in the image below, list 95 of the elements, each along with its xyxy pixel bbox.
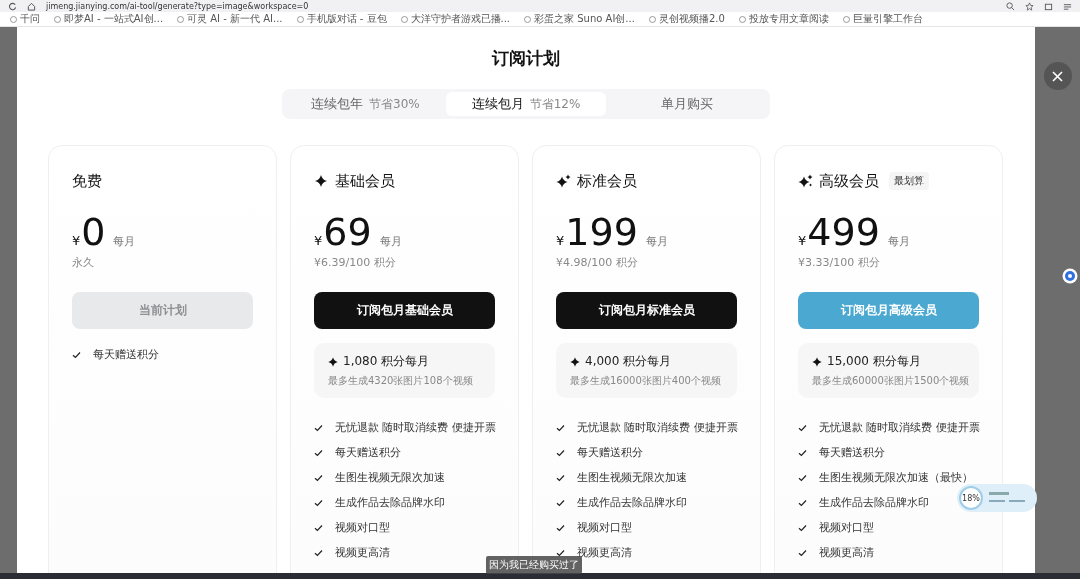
bookmark[interactable]: 千问 <box>10 12 40 26</box>
plan-name: 高级会员 <box>819 171 879 191</box>
reload-icon[interactable] <box>8 1 17 11</box>
feature-text: 无忧退款 随时取消续费 便捷开票 <box>335 420 496 435</box>
check-icon <box>556 448 565 457</box>
check-icon <box>556 423 565 432</box>
feature-text: 视频对口型 <box>577 520 632 535</box>
feature-text: 每天赠送积分 <box>93 347 159 362</box>
bookmark[interactable]: 大洋守护者游戏已播... <box>400 12 511 26</box>
subscribe-button[interactable]: 订阅包月基础会员 <box>314 292 495 329</box>
feature-text: 每天赠送积分 <box>335 445 401 460</box>
bookmark[interactable]: 投放专用文章阅读 <box>738 12 829 26</box>
unit-price: ¥6.39/100 积分 <box>314 255 397 270</box>
price-period: 每月 <box>113 234 136 249</box>
feature-text: 生图生视频无限次加速 <box>335 470 445 485</box>
feature-text: 视频更高清 <box>335 545 390 560</box>
star-icon[interactable] <box>1025 1 1034 11</box>
bookmark[interactable]: 手机版对话 - 豆包 <box>296 12 387 26</box>
usage-percent: 18% <box>959 486 983 510</box>
credits-detail: 最多生成16000张图片400个视频 <box>570 374 722 388</box>
bookmark[interactable]: 巨量引擎工作台 <box>842 12 923 26</box>
check-icon <box>556 548 565 557</box>
currency-symbol: ¥ <box>798 233 807 248</box>
close-icon <box>1052 70 1063 82</box>
feature-text: 每天赠送积分 <box>819 445 885 460</box>
currency-symbol: ¥ <box>72 233 81 248</box>
plan-badge: 最划算 <box>889 172 929 190</box>
menu-icon[interactable] <box>1063 1 1072 11</box>
plan-price: 499 <box>807 210 880 254</box>
check-icon <box>314 498 323 507</box>
dialog-title: 订阅计划 <box>492 47 560 70</box>
check-icon <box>798 498 807 507</box>
check-icon <box>314 548 323 557</box>
bookmark[interactable]: 即梦AI - 一站式AI创... <box>54 12 164 26</box>
check-icon <box>798 423 807 432</box>
plan-price: 199 <box>565 210 638 254</box>
billing-tab[interactable]: 连续包月 节省12% <box>445 92 607 116</box>
sparkle-icon <box>556 174 571 188</box>
feature-text: 生图生视频无限次加速（最快） <box>819 470 973 485</box>
sparkle-icon <box>798 174 813 188</box>
billing-tab[interactable]: 单月购买 <box>606 92 767 116</box>
bookmark[interactable]: 可灵 AI - 新一代 AI... <box>177 12 283 26</box>
feature-text: 生成作品去除品牌水印 <box>819 495 929 510</box>
currency-symbol: ¥ <box>314 233 323 248</box>
unit-price: ¥3.33/100 积分 <box>798 255 881 270</box>
feature-text: 无忧退款 随时取消续费 便捷开票 <box>819 420 980 435</box>
credits-amount: 15,000 积分每月 <box>827 353 921 370</box>
price-period: 每月 <box>645 234 668 249</box>
bookmark[interactable]: 灵创视频播2.0 <box>648 12 725 26</box>
feature-text: 无忧退款 随时取消续费 便捷开票 <box>577 420 738 435</box>
sparkle-icon <box>314 174 329 188</box>
feature-text: 视频更高清 <box>819 545 874 560</box>
check-icon <box>556 473 565 482</box>
credits-detail: 最多生成4320张图片108个视频 <box>328 374 474 388</box>
extensions-icon[interactable] <box>1044 1 1053 11</box>
plan-price: 69 <box>323 210 372 254</box>
sparkle-icon <box>328 356 338 367</box>
assistant-icon[interactable] <box>1062 268 1078 284</box>
price-period: 每月 <box>379 234 402 249</box>
feature-text: 每天赠送积分 <box>577 445 643 460</box>
plan-name: 免费 <box>72 171 102 191</box>
check-icon <box>798 548 807 557</box>
sparkle-icon <box>570 356 580 367</box>
feature-text: 生成作品去除品牌水印 <box>577 495 687 510</box>
check-icon <box>556 523 565 532</box>
feature-text: 生图生视频无限次加速 <box>577 470 687 485</box>
check-icon <box>314 423 323 432</box>
feature-text: 视频对口型 <box>335 520 390 535</box>
credits-amount: 4,000 积分每月 <box>585 353 672 370</box>
price-period: 每月 <box>887 234 910 249</box>
plan-price: 0 <box>81 210 106 254</box>
billing-tab[interactable]: 连续包年 节省30% <box>285 92 446 116</box>
unit-price: ¥4.98/100 积分 <box>556 255 639 270</box>
currency-symbol: ¥ <box>556 233 565 248</box>
plan-name: 基础会员 <box>335 171 395 191</box>
home-icon[interactable] <box>27 1 36 11</box>
sparkle-icon <box>812 356 822 367</box>
check-icon <box>314 523 323 532</box>
check-icon <box>556 498 565 507</box>
feature-text: 视频对口型 <box>819 520 874 535</box>
bookmark[interactable]: 彩蛋之家 Suno AI创... <box>524 12 635 26</box>
zoom-icon[interactable] <box>1006 1 1015 11</box>
close-button[interactable] <box>1043 62 1072 90</box>
check-icon <box>798 473 807 482</box>
video-caption: 因为我已经购买过了 <box>486 556 582 574</box>
check-icon <box>314 448 323 457</box>
subscribe-button[interactable]: 订阅包月标准会员 <box>556 292 737 329</box>
check-icon <box>72 350 81 359</box>
unit-price: 永久 <box>72 255 95 270</box>
check-icon <box>314 473 323 482</box>
check-icon <box>798 523 807 532</box>
plan-name: 标准会员 <box>577 171 637 191</box>
feature-text: 生成作品去除品牌水印 <box>335 495 445 510</box>
check-icon <box>798 448 807 457</box>
credits-amount: 1,080 积分每月 <box>343 353 430 370</box>
